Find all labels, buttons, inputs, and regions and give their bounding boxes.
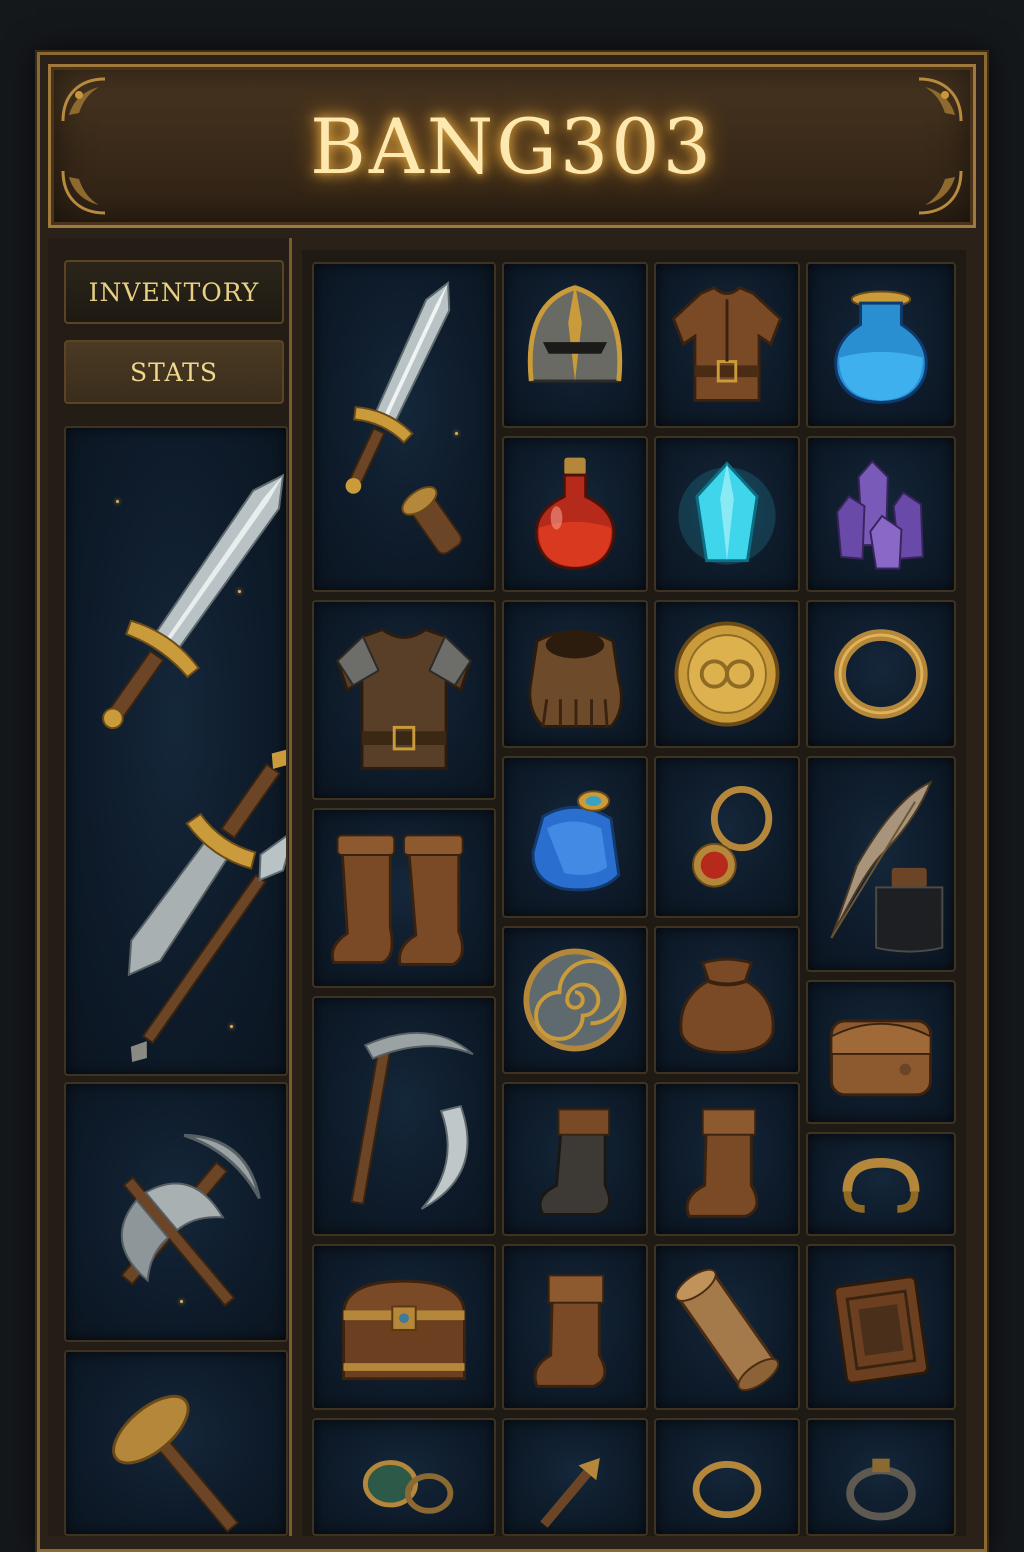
- tome-icon: [833, 1275, 929, 1385]
- ink-bottle-icon: [875, 867, 944, 953]
- treasure-chest-icon: [342, 1279, 466, 1381]
- slot-cyan-crystal[interactable]: [654, 436, 800, 592]
- satchel-icon: [829, 1019, 933, 1097]
- sparkle-icon: [116, 500, 119, 503]
- gauntlet-icon: [528, 629, 623, 728]
- game-title: BANG303: [309, 101, 714, 191]
- slot-bracelet[interactable]: [806, 1132, 956, 1236]
- slot-leather-tunic[interactable]: [654, 262, 800, 428]
- gold-coin-icon: [674, 621, 780, 727]
- slot-dark-boot[interactable]: [502, 1082, 648, 1236]
- tab-stats[interactable]: STATS: [64, 340, 284, 404]
- slot-boot-3[interactable]: [502, 1244, 648, 1410]
- boot-icon: [538, 1108, 611, 1216]
- slot-pickaxe-and-sickle[interactable]: [312, 996, 496, 1236]
- boot-icon: [685, 1108, 759, 1218]
- sparkle-icon: [180, 1300, 183, 1303]
- slot-amethyst-cluster[interactable]: [806, 436, 956, 592]
- slot-scroll[interactable]: [654, 1244, 800, 1410]
- ring-icon: [846, 1458, 916, 1521]
- blue-potion-icon: [834, 290, 928, 404]
- amulet-icon: [362, 1460, 454, 1514]
- slot-bronze-ring[interactable]: [654, 1418, 800, 1536]
- mana-flask-icon: [531, 790, 621, 892]
- boots-icon: [330, 834, 464, 966]
- slot-torch[interactable]: [502, 1418, 648, 1536]
- slot-satchel[interactable]: [806, 980, 956, 1124]
- slot-iron-ring[interactable]: [806, 1418, 956, 1536]
- slot-emerald-amulet[interactable]: [312, 1418, 496, 1536]
- slot-brown-boot[interactable]: [654, 1082, 800, 1236]
- slot-gold-coin[interactable]: [654, 600, 800, 748]
- red-potion-icon: [534, 457, 616, 570]
- slot-ruby-ring[interactable]: [654, 756, 800, 918]
- battle-axe-icon: [120, 1176, 236, 1307]
- tab-inventory[interactable]: INVENTORY: [64, 260, 284, 324]
- sparkle-icon: [230, 1025, 233, 1028]
- pouch-icon: [679, 957, 775, 1054]
- spiral-shield-icon: [523, 948, 627, 1052]
- slot-helmet[interactable]: [502, 262, 648, 428]
- sidebar-slot-axes[interactable]: [64, 1082, 288, 1342]
- title-banner: BANG303: [48, 64, 976, 228]
- sidebar-slot-weapons[interactable]: [64, 426, 288, 1076]
- slot-red-potion[interactable]: [502, 436, 648, 592]
- sickle-icon: [420, 1105, 469, 1210]
- torch-icon: [540, 1458, 600, 1528]
- sparkle-icon: [238, 590, 241, 593]
- sidebar-slot-mallet[interactable]: [64, 1350, 288, 1536]
- helmet-icon: [527, 283, 623, 383]
- chest-armor-icon: [335, 627, 473, 770]
- boot-icon: [533, 1274, 607, 1388]
- slot-quill-and-ink[interactable]: [806, 756, 956, 972]
- slot-spiral-shield[interactable]: [502, 926, 648, 1074]
- crystal-icon: [678, 461, 776, 565]
- slot-gold-ring[interactable]: [806, 600, 956, 748]
- ruby-ring-icon: [691, 785, 773, 888]
- slot-coin-pouch[interactable]: [654, 926, 800, 1074]
- slot-chest-armor[interactable]: [312, 600, 496, 800]
- mallet-icon: [112, 1394, 240, 1533]
- bracelet-icon: [842, 1158, 920, 1213]
- slot-treasure-chest[interactable]: [312, 1244, 496, 1410]
- slot-mana-flask[interactable]: [502, 756, 648, 918]
- slot-sword-and-hilt[interactable]: [312, 262, 496, 592]
- ring-icon: [692, 1461, 762, 1519]
- ring-icon: [834, 629, 928, 719]
- slot-gauntlet[interactable]: [502, 600, 648, 748]
- slot-leather-tome[interactable]: [806, 1244, 956, 1410]
- tunic-icon: [671, 285, 783, 402]
- slot-leather-boots[interactable]: [312, 808, 496, 988]
- amethyst-icon: [836, 460, 924, 570]
- scroll-icon: [674, 1268, 780, 1392]
- sparkle-icon: [455, 432, 458, 435]
- spear-icon: [130, 827, 286, 1063]
- slot-blue-potion[interactable]: [806, 262, 956, 428]
- hilt-icon: [401, 486, 463, 555]
